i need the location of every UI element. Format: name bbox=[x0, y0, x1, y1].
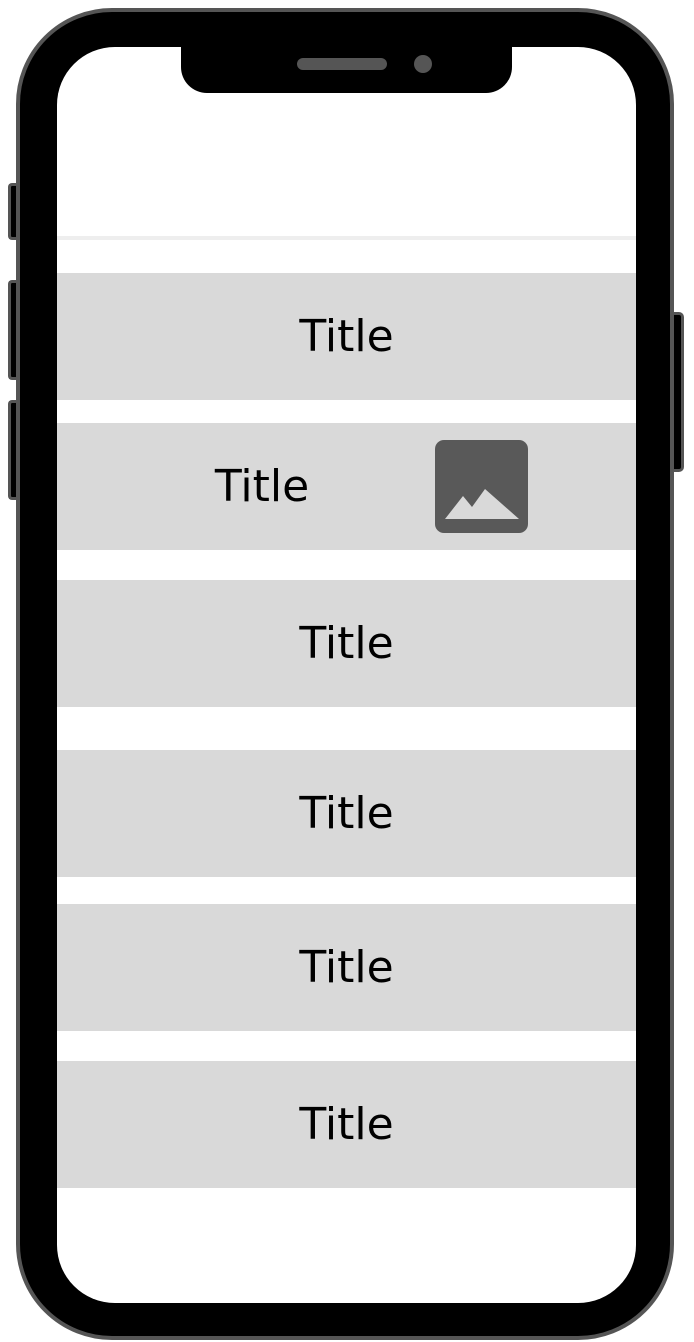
list-item[interactable]: Title bbox=[57, 580, 636, 707]
list-item-title: Title bbox=[299, 311, 394, 362]
list-item-title: Title bbox=[299, 618, 394, 669]
speaker-grille bbox=[297, 58, 387, 70]
phone-screen: Title Title Title Title Title Title bbox=[57, 47, 636, 1303]
list-item-title: Title bbox=[299, 942, 394, 993]
list-item[interactable]: Title bbox=[57, 273, 636, 400]
list-item-title: Title bbox=[214, 461, 310, 512]
list-item-title: Title bbox=[299, 1099, 394, 1150]
image-icon bbox=[435, 440, 528, 533]
list-item[interactable]: Title bbox=[57, 1061, 636, 1188]
camera-icon bbox=[414, 55, 432, 73]
list-item[interactable]: Title bbox=[57, 750, 636, 877]
list-item-title: Title bbox=[299, 788, 394, 839]
header-divider bbox=[57, 236, 636, 240]
list-item[interactable]: Title bbox=[57, 423, 636, 550]
list-item[interactable]: Title bbox=[57, 904, 636, 1031]
